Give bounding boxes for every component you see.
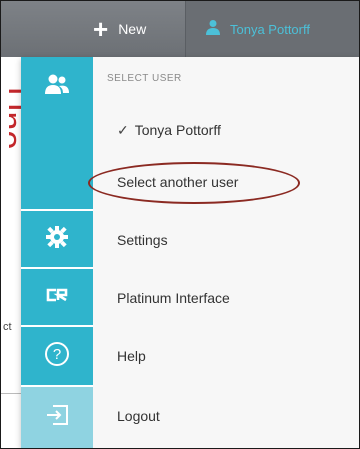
user-menu-label: Tonya Pottorff xyxy=(230,21,310,37)
icon-rail: ? xyxy=(21,57,93,448)
top-bar: + New Tonya Pottorff xyxy=(1,1,359,57)
gear-icon xyxy=(46,225,68,253)
settings-icon-block[interactable] xyxy=(21,211,93,267)
help-icon-block[interactable]: ? xyxy=(21,327,93,385)
user-menu-button[interactable]: Tonya Pottorff xyxy=(185,1,359,57)
menu-item-platinum-interface[interactable]: Platinum Interface xyxy=(93,269,359,327)
app-frame: Uno ct + New Tonya Pottorff ? SELECT USE… xyxy=(0,0,360,449)
logout-icon-block[interactable] xyxy=(21,387,93,448)
background-text: ct xyxy=(3,321,12,333)
platinum-icon-block[interactable] xyxy=(21,269,93,325)
menu-item-logout[interactable]: Logout xyxy=(93,387,359,445)
menu-item-label: Settings xyxy=(117,232,168,248)
menu-list: SELECT USER ✓ Tonya Pottorff Select anot… xyxy=(93,57,359,448)
menu-item-label: Platinum Interface xyxy=(117,290,230,306)
logout-icon xyxy=(45,404,69,431)
menu-item-current-user[interactable]: ✓ Tonya Pottorff xyxy=(93,101,359,159)
menu-item-label: Select another user xyxy=(117,174,239,190)
menu-item-label: Logout xyxy=(117,408,160,424)
plus-icon: + xyxy=(93,14,109,44)
cr-logo-icon xyxy=(45,288,69,307)
new-button[interactable]: + New xyxy=(85,1,193,57)
users-icon xyxy=(44,73,70,100)
users-icon-block xyxy=(21,57,93,209)
background-divider xyxy=(1,393,21,394)
user-icon xyxy=(206,19,220,40)
svg-text:?: ? xyxy=(53,346,61,363)
menu-item-label: Help xyxy=(117,348,146,364)
help-circle-icon: ? xyxy=(44,341,70,372)
menu-item-select-another-user[interactable]: Select another user xyxy=(93,153,359,211)
checkmark-icon: ✓ xyxy=(117,121,129,138)
menu-item-settings[interactable]: Settings xyxy=(93,211,359,269)
user-dropdown-menu: ? SELECT USER ✓ Tonya Pottorff Select an… xyxy=(21,57,359,448)
menu-item-help[interactable]: Help xyxy=(93,327,359,385)
section-label: SELECT USER xyxy=(107,73,182,84)
menu-item-label: Tonya Pottorff xyxy=(134,122,221,138)
new-button-label: New xyxy=(118,21,147,37)
